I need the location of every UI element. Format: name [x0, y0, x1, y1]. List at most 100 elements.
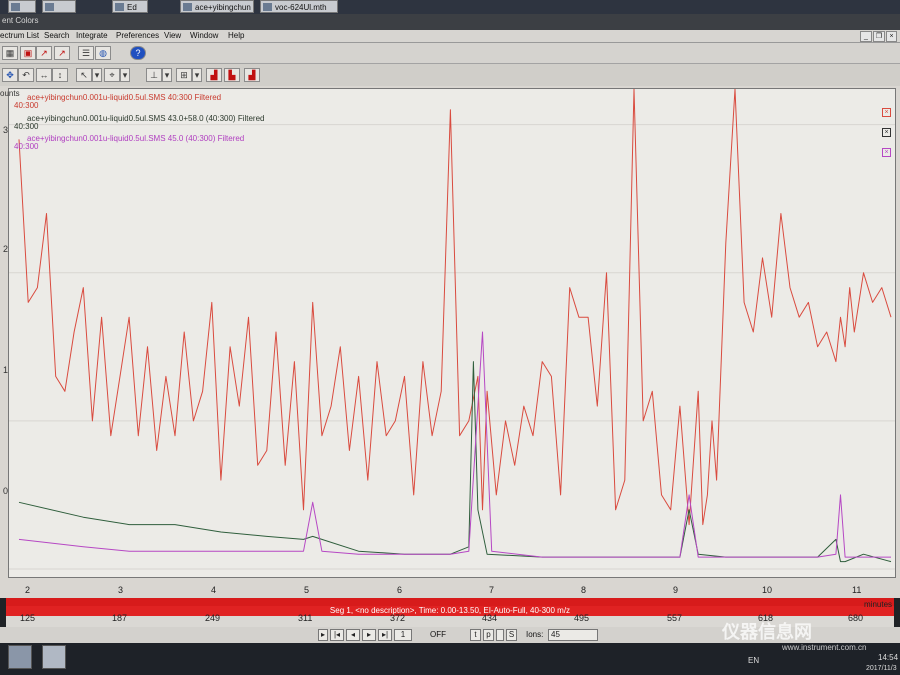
legend-trace-1: ace+yibingchun0.001u-liquid0.5ul.SMS 40:…	[27, 93, 222, 102]
taskbar-app-voc[interactable]: voc-624Ul.mth	[260, 0, 338, 13]
chromatogram-plot[interactable]	[8, 88, 896, 578]
trace-2-close-icon[interactable]: ×	[882, 128, 891, 137]
pan-icon[interactable]: ✥	[2, 68, 18, 82]
chevron-down-icon[interactable]: ▾	[192, 68, 202, 82]
chevron-down-icon[interactable]: ▾	[92, 68, 102, 82]
menu-window[interactable]: Window	[190, 30, 218, 42]
scan-tick: 557	[667, 613, 683, 623]
table-icon[interactable]: ☰	[78, 46, 94, 60]
taskbar-label: ace+yibingchun	[195, 3, 251, 12]
taskbar-app-icon[interactable]	[8, 645, 32, 669]
x-tick: 11	[852, 585, 862, 595]
restore-icon[interactable]: ❐	[873, 31, 885, 42]
t-button[interactable]: t	[470, 629, 481, 641]
overlay-icon[interactable]: ⊞	[176, 68, 192, 82]
legend-range-1: 40:300	[14, 101, 39, 110]
toolbar-primary: ▦ ▣ ↗ ↗ ☰ ◍ ?	[0, 43, 900, 64]
top-taskbar: Ed ace+yibingchun voc-624Ul.mth	[0, 0, 900, 14]
last-scan-icon[interactable]: ▸|	[378, 629, 392, 641]
select-icon[interactable]: ⌖	[104, 68, 120, 82]
y-axis-label: ounts	[0, 89, 20, 98]
taskbar-app-ed[interactable]: Ed	[112, 0, 148, 13]
scan-tick: 372	[390, 613, 406, 623]
language-indicator[interactable]: EN	[748, 656, 759, 665]
first-scan-icon[interactable]: |◂	[330, 629, 344, 641]
legend-trace-3: ace+yibingchun0.001u-liquid0.5ul.SMS 45.…	[27, 134, 245, 143]
menu-bar: ectrum List Search Integrate Preferences…	[0, 30, 900, 43]
prev-scan-icon[interactable]: ◂	[346, 629, 360, 641]
app-icon	[115, 3, 124, 11]
app-icon	[263, 3, 272, 11]
undo-zoom-icon[interactable]: ↶	[18, 68, 34, 82]
y-tick: 1	[3, 365, 9, 375]
s-button[interactable]: S	[506, 629, 517, 641]
close-icon[interactable]: ×	[886, 31, 897, 42]
taskbar-app-2[interactable]	[42, 0, 76, 13]
ions-label: Ions:	[526, 630, 544, 639]
x-tick: 6	[397, 585, 403, 595]
ions-input[interactable]: 45	[548, 629, 598, 641]
clock-time[interactable]: 14:54	[878, 653, 898, 662]
taskbar-chart-icon[interactable]	[42, 645, 66, 669]
cursor-icon[interactable]: ↖	[76, 68, 92, 82]
zoom-y-icon[interactable]: ↕	[52, 68, 68, 82]
scan-tick: 249	[205, 613, 221, 623]
amdis-icon[interactable]: ↗	[54, 46, 70, 60]
scan-tick: 495	[574, 613, 590, 623]
trace-line-1	[18, 89, 892, 526]
trace-3-close-icon[interactable]: ×	[882, 148, 891, 157]
sep-button[interactable]	[496, 629, 504, 641]
taskbar-app-1[interactable]	[8, 0, 36, 13]
chevron-down-icon[interactable]: ▾	[162, 68, 172, 82]
scan-step-icon[interactable]: 1	[394, 629, 412, 641]
menu-view[interactable]: View	[164, 30, 181, 42]
x-axis-unit: minutes	[864, 600, 893, 609]
trace-line-3	[18, 331, 891, 558]
help-icon[interactable]: ?	[130, 46, 146, 60]
scan-tick: 125	[20, 613, 36, 623]
y-tick: 2	[3, 244, 9, 254]
window-titlebar: ent Colors	[0, 14, 900, 30]
play-icon[interactable]: ▸	[318, 629, 328, 641]
menu-preferences[interactable]: Preferences	[116, 30, 159, 42]
globe-icon[interactable]: ◍	[95, 46, 111, 60]
legend-range-2: 40:300	[14, 122, 39, 131]
range-bar[interactable]	[6, 598, 894, 606]
window-title: ent Colors	[2, 16, 39, 25]
scan-tick: 187	[112, 613, 128, 623]
chart-icon-1[interactable]: ▟	[206, 68, 222, 82]
minimize-icon[interactable]: _	[860, 31, 872, 42]
legend-trace-2: ace+yibingchun0.001u-liquid0.5ul.SMS 43.…	[27, 114, 265, 123]
x-tick: 10	[762, 585, 773, 595]
app-icon	[183, 3, 192, 11]
taskbar-label: Ed	[127, 3, 137, 12]
chart-icon-2[interactable]: ▙	[224, 68, 240, 82]
app-icon	[45, 3, 54, 11]
menu-integrate[interactable]: Integrate	[76, 30, 108, 42]
bottom-taskbar: EN 14:54 2017/11/3	[0, 643, 900, 675]
y-tick: 3	[3, 125, 9, 135]
taskbar-app-ace[interactable]: ace+yibingchun	[180, 0, 254, 13]
scan-tick: 311	[298, 613, 313, 623]
chart-icon-3[interactable]: ▟	[244, 68, 260, 82]
zoom-x-icon[interactable]: ↔	[36, 68, 52, 82]
scan-tick: 680	[848, 613, 864, 623]
menu-help[interactable]: Help	[228, 30, 244, 42]
peak-icon[interactable]: ⊥	[146, 68, 162, 82]
scan-tick: 434	[482, 613, 498, 623]
x-tick: 5	[304, 585, 310, 595]
x-tick: 7	[489, 585, 495, 595]
menu-spectrum-list[interactable]: ectrum List	[0, 30, 39, 42]
mode-label: OFF	[430, 630, 446, 639]
x-tick: 2	[25, 585, 31, 595]
report-icon[interactable]: ▣	[20, 46, 36, 60]
trace-1-close-icon[interactable]: ×	[882, 108, 891, 117]
p-button[interactable]: p	[483, 629, 494, 641]
watermark-text: 仪器信息网	[722, 622, 812, 642]
nist-search-icon[interactable]: ↗	[36, 46, 52, 60]
menu-search[interactable]: Search	[44, 30, 69, 42]
spectrum-icon[interactable]: ▦	[2, 46, 18, 60]
next-scan-icon[interactable]: ▸	[362, 629, 376, 641]
x-tick: 8	[581, 585, 587, 595]
chevron-down-icon[interactable]: ▾	[120, 68, 130, 82]
